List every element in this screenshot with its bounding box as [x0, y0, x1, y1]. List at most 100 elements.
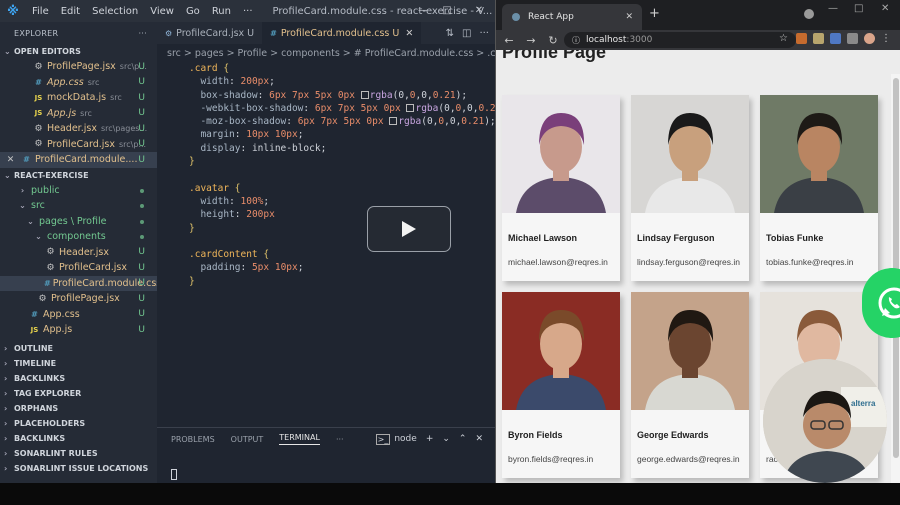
tab-profilecard-css[interactable]: # ProfileCard.module.css U ✕	[262, 22, 422, 44]
tree-file[interactable]: ⚙ ProfileCard.jsx U	[0, 260, 157, 276]
avatar[interactable]	[864, 33, 875, 44]
forward-icon[interactable]: →	[522, 34, 540, 47]
open-editor-item[interactable]: JS mockData.js src U	[0, 90, 157, 106]
panel-more[interactable]: ···	[336, 435, 344, 444]
code-editor[interactable]: .card { width: 200px; box-shadow: 6px 7p…	[157, 62, 513, 288]
open-editor-item[interactable]: ⚙ ProfilePage.jsx src\p... U	[0, 59, 157, 75]
reload-icon[interactable]: ↻	[544, 34, 562, 47]
tree-file[interactable]: # ProfileCard.module.css U	[0, 275, 157, 291]
browser-toolbar: ← → ↻ ⓘ localhost :3000 ☆ ⋮	[496, 30, 900, 50]
minimize-icon[interactable]: —	[828, 3, 838, 14]
chevron-up-icon[interactable]: ⌃	[459, 434, 467, 444]
menu-view[interactable]: View	[144, 6, 180, 17]
code-line[interactable]: .cardContent {	[189, 248, 495, 261]
open-editor-item[interactable]: ✕ # ProfileCard.module.... U	[0, 152, 157, 168]
code-line[interactable]: }	[189, 155, 495, 168]
close-icon[interactable]: ✕	[4, 155, 17, 165]
collapsed-section[interactable]: › SONARLINT RULES	[0, 446, 157, 461]
compare-icon[interactable]: ⇅	[446, 28, 454, 39]
code-line[interactable]: -moz-box-shadow: 6px 7px 5px 0px rgba(0,…	[189, 115, 495, 128]
code-line[interactable]: width: 200px;	[189, 75, 495, 88]
more-actions-icon[interactable]: ···	[479, 28, 489, 39]
chevron-down-icon[interactable]: ⌄	[442, 434, 450, 444]
profile-card[interactable]: Lindsay Ferguson lindsay.ferguson@reqres.…	[631, 95, 749, 281]
tab-close-icon[interactable]: ✕	[405, 28, 413, 39]
play-button[interactable]	[367, 206, 451, 252]
portrait-photo-george	[631, 292, 749, 410]
close-icon[interactable]: ✕	[881, 3, 889, 14]
menu-file[interactable]: File	[26, 6, 55, 17]
star-icon[interactable]: ☆	[779, 33, 790, 44]
extension-icon[interactable]	[796, 33, 807, 44]
split-editor-icon[interactable]: ◫	[462, 28, 471, 39]
menu-edit[interactable]: Edit	[55, 6, 86, 17]
collapsed-section[interactable]: › BACKLINKS	[0, 431, 157, 446]
code-line[interactable]: display: inline-block;	[189, 142, 495, 155]
maximize-icon[interactable]: □	[432, 0, 462, 22]
tab-profilecard-jsx[interactable]: ⚙ ProfileCard.jsx U	[157, 22, 262, 44]
code-line[interactable]: -webkit-box-shadow: 6px 7px 5px 0px rgba…	[189, 102, 512, 115]
collapsed-section[interactable]: › BACKLINKS	[0, 371, 157, 386]
code-line[interactable]: }	[189, 275, 495, 288]
project-section[interactable]: ⌄ REACT-EXERCISE	[0, 168, 157, 183]
profile-card[interactable]: Michael Lawson michael.lawson@reqres.in	[502, 95, 620, 281]
tab-close-icon[interactable]: ✕	[625, 12, 633, 22]
code-line[interactable]: width: 100%;	[189, 195, 495, 208]
menu-run[interactable]: Run	[206, 6, 237, 17]
menu-selection[interactable]: Selection	[86, 6, 144, 17]
code-line[interactable]: margin: 10px 10px;	[189, 128, 495, 141]
address-bar[interactable]: ⓘ localhost :3000	[564, 32, 796, 48]
code-line[interactable]: .avatar {	[189, 182, 495, 195]
collapsed-section[interactable]: › PLACEHOLDERS	[0, 416, 157, 431]
maximize-icon[interactable]: □	[854, 3, 863, 14]
js-icon: JS	[34, 109, 43, 118]
open-editor-item[interactable]: # App.css src U	[0, 75, 157, 91]
terminal-label[interactable]: node	[394, 434, 416, 444]
explorer-header: EXPLORER ···	[0, 22, 157, 44]
tree-file[interactable]: ⚙ ProfilePage.jsx U	[0, 291, 157, 307]
profile-card[interactable]: Byron Fields byron.fields@reqres.in	[502, 292, 620, 478]
close-icon[interactable]: ✕	[464, 0, 494, 22]
code-line[interactable]	[189, 168, 495, 181]
file-name: ProfilePage.jsx	[51, 293, 120, 305]
explorer-more-icon[interactable]: ···	[138, 29, 147, 38]
profile-card[interactable]: Tobias Funke tobias.funke@reqres.in	[760, 95, 878, 281]
tree-file[interactable]: # App.css U	[0, 307, 157, 323]
tab-terminal[interactable]: TERMINAL	[279, 433, 320, 445]
open-editors-section[interactable]: ⌄ OPEN EDITORS	[0, 44, 157, 59]
new-terminal-icon[interactable]: +	[426, 434, 434, 444]
collapsed-section[interactable]: › TAG EXPLORER	[0, 386, 157, 401]
code-line[interactable]: box-shadow: 6px 7px 5px 0px rgba(0,0,0,0…	[189, 89, 495, 102]
menu-icon[interactable]: ⋮	[881, 33, 892, 44]
collapsed-section[interactable]: › ORPHANS	[0, 401, 157, 416]
tab-output[interactable]: OUTPUT	[231, 435, 264, 444]
code-line[interactable]: padding: 5px 10px;	[189, 261, 495, 274]
extension-icon[interactable]	[813, 33, 824, 44]
tree-folder[interactable]: › public	[0, 183, 157, 199]
tree-folder[interactable]: ⌄ src	[0, 198, 157, 214]
collapsed-section[interactable]: › TIMELINE	[0, 356, 157, 371]
open-editor-item[interactable]: JS App.js src U	[0, 106, 157, 122]
open-editor-item[interactable]: ⚙ ProfileCard.jsx src\p... U	[0, 137, 157, 153]
tree-file[interactable]: ⚙ Header.jsx U	[0, 245, 157, 261]
tree-folder[interactable]: ⌄ pages \ Profile	[0, 214, 157, 230]
collapsed-section[interactable]: › SONARLINT ISSUE LOCATIONS	[0, 461, 157, 476]
page-title: Profile Page	[502, 50, 607, 62]
back-icon[interactable]: ←	[500, 34, 518, 47]
code-line[interactable]: .card {	[189, 62, 495, 75]
breadcrumb[interactable]: src > pages > Profile > components > # P…	[157, 44, 511, 62]
puzzle-icon[interactable]	[847, 33, 858, 44]
tree-folder[interactable]: ⌄ components	[0, 229, 157, 245]
open-editor-item[interactable]: ⚙ Header.jsx src\pages... U	[0, 121, 157, 137]
close-panel-icon[interactable]: ✕	[475, 434, 483, 444]
menu-go[interactable]: Go	[180, 6, 206, 17]
profile-card[interactable]: George Edwards george.edwards@reqres.in	[631, 292, 749, 478]
extension-icon[interactable]	[830, 33, 841, 44]
collapsed-section[interactable]: › OUTLINE	[0, 341, 157, 356]
new-tab-icon[interactable]: +	[649, 6, 660, 21]
tab-problems[interactable]: PROBLEMS	[171, 435, 215, 444]
menu-more[interactable]: ···	[237, 6, 259, 17]
open-editors-title: OPEN EDITORS	[14, 47, 81, 56]
tree-file[interactable]: JS App.js U	[0, 322, 157, 338]
browser-tab[interactable]: React App ✕	[502, 4, 642, 30]
